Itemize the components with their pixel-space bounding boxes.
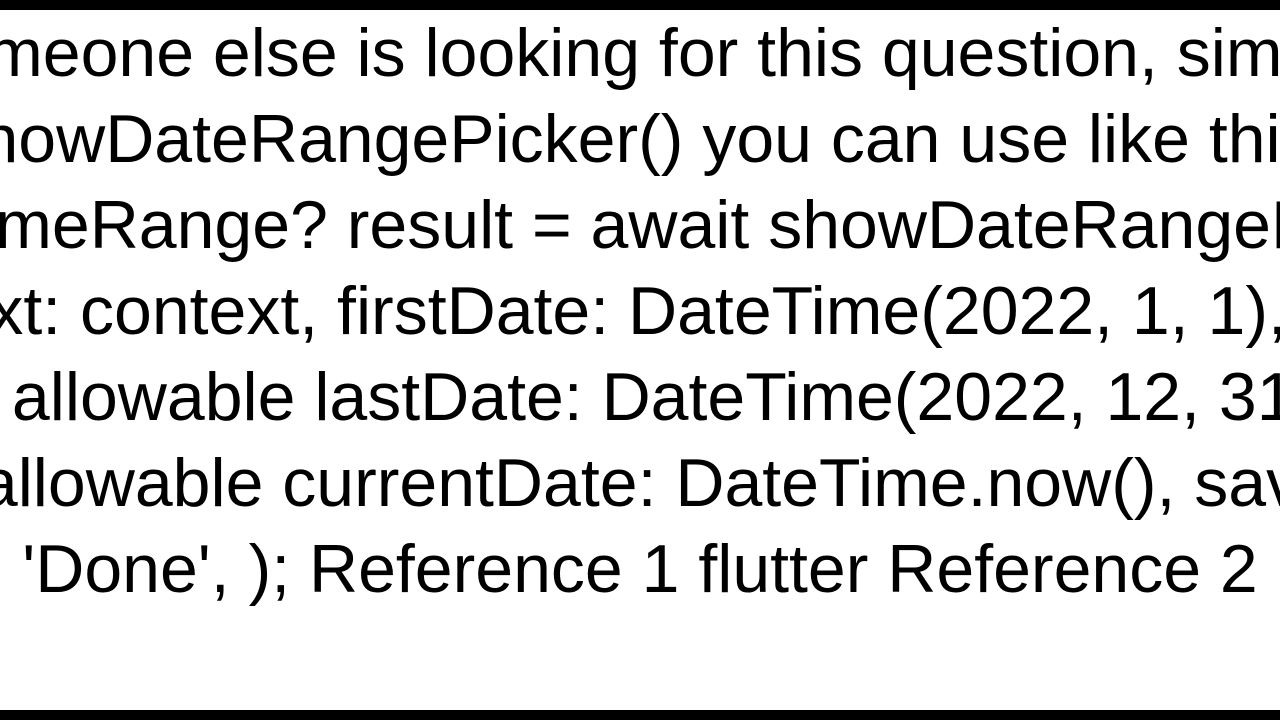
document-frame: e: If someone else is looking for this q… bbox=[0, 10, 1280, 710]
answer-body-text: e: If someone else is looking for this q… bbox=[0, 10, 1280, 612]
